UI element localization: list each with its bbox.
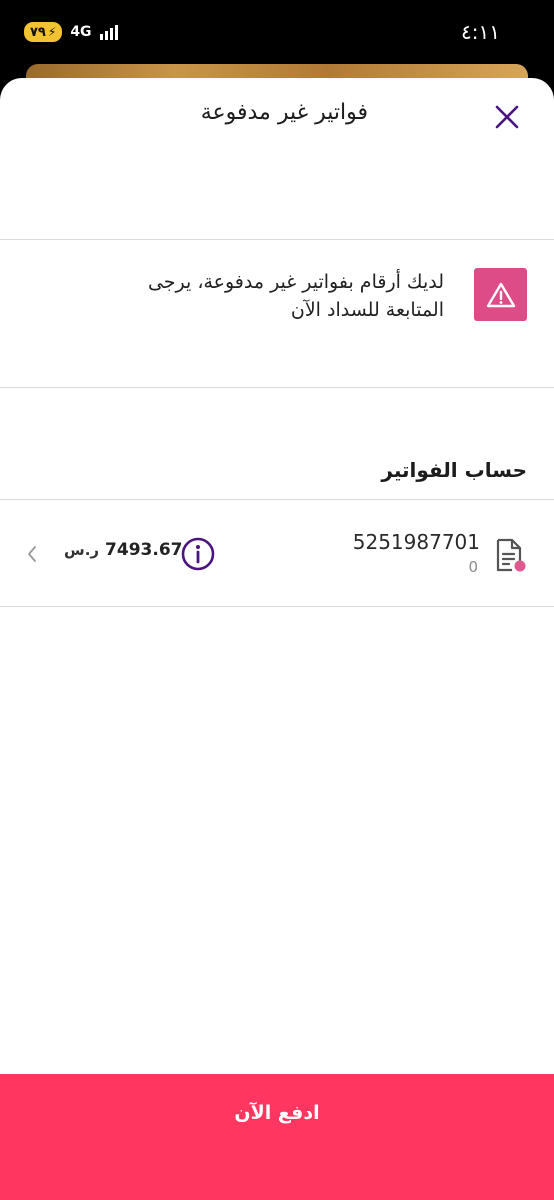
currency-symbol: ر.س — [64, 541, 100, 559]
status-bar: ٧٩ ⚡ 4G ٤:١١ — [0, 0, 554, 66]
account-sub-value: 0 — [468, 558, 478, 576]
bill-amount: ر.س 7493.67 — [64, 540, 182, 560]
account-number: 5251987701 — [352, 530, 480, 554]
section-title: حساب الفواتير — [381, 458, 527, 482]
unpaid-bills-sheet: فواتير غير مدفوعة لديك أرقام بفواتير غير… — [0, 78, 554, 1200]
sheet-title: فواتير غير مدفوعة — [200, 100, 368, 125]
close-icon — [495, 105, 519, 129]
status-indicators: ٧٩ ⚡ 4G — [24, 22, 118, 42]
bill-document-icon — [496, 538, 526, 572]
info-icon[interactable] — [181, 537, 215, 571]
battery-indicator: ٧٩ ⚡ — [24, 22, 63, 42]
charging-icon: ⚡ — [47, 25, 57, 39]
signal-icon — [99, 24, 118, 40]
divider — [0, 606, 554, 607]
bill-row[interactable]: 5251987701 0 ر.س 7493.67 — [0, 500, 554, 606]
alert-message: لديك أرقام بفواتير غير مدفوعة، يرجى المت… — [147, 271, 444, 321]
close-button[interactable] — [490, 100, 524, 134]
warning-icon — [486, 282, 515, 307]
amount-value: 7493.67 — [105, 540, 183, 560]
alert-icon-box — [474, 268, 527, 321]
pay-now-button[interactable]: ادفع الآن — [0, 1074, 554, 1200]
status-time: ٤:١١ — [461, 20, 500, 44]
network-type: 4G — [70, 24, 92, 40]
chevron-left-icon — [28, 546, 36, 562]
divider — [0, 387, 554, 388]
divider — [0, 239, 554, 240]
battery-level: ٧٩ — [30, 24, 46, 40]
